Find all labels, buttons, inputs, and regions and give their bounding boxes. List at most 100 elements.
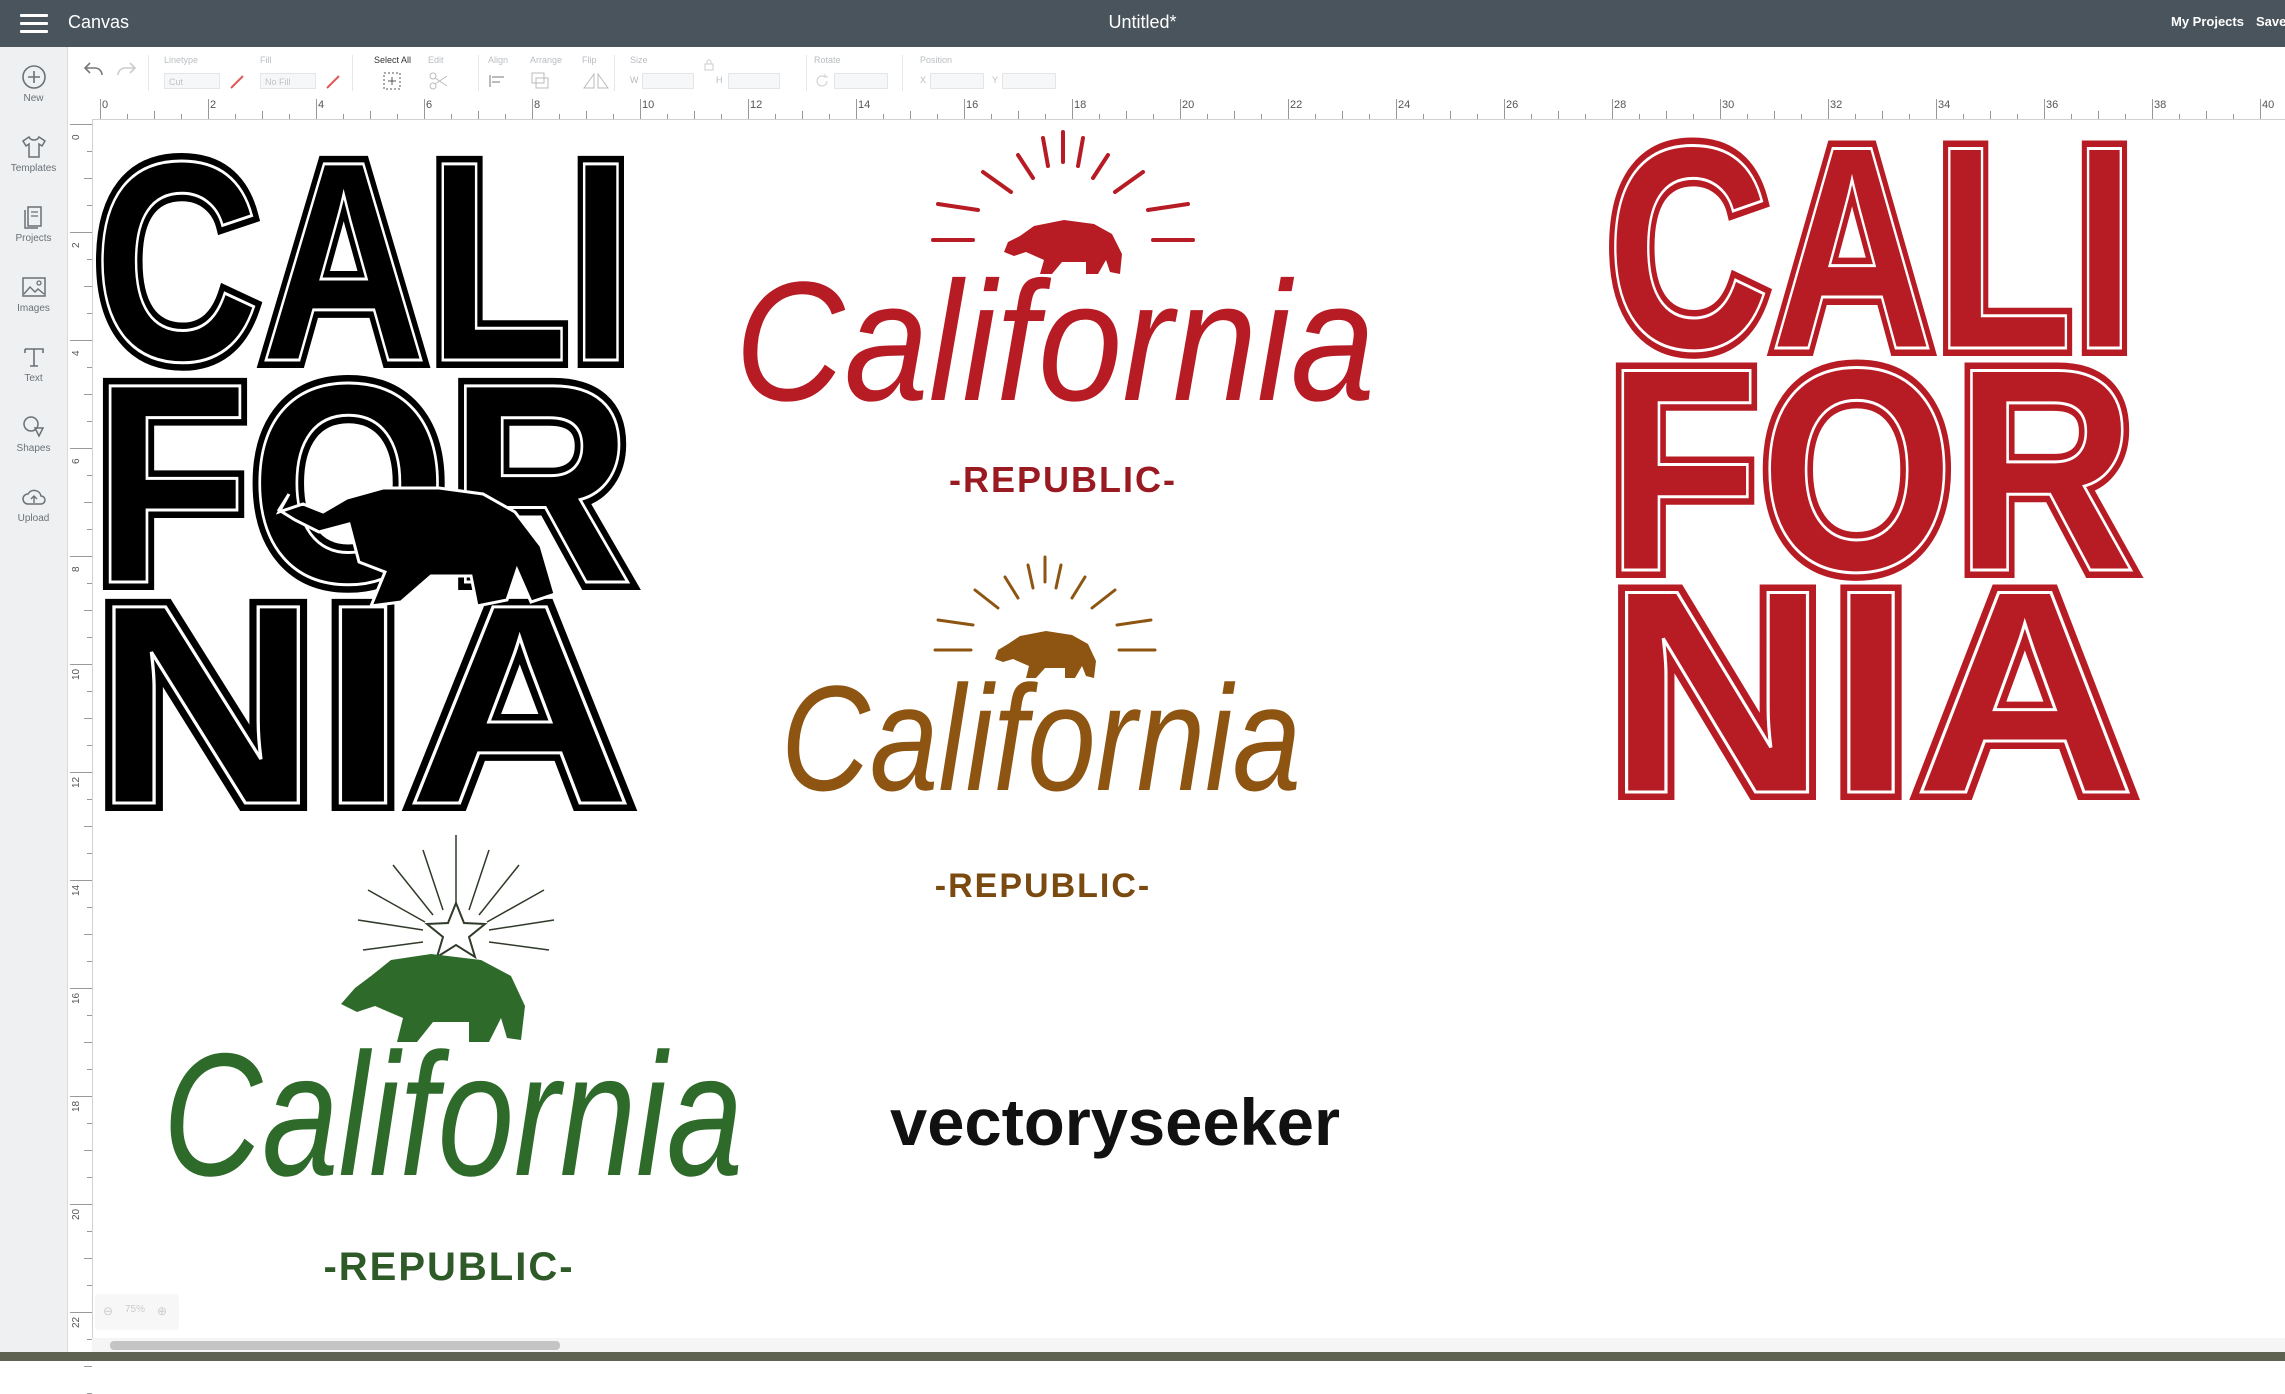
save-button[interactable]: Save xyxy=(2256,14,2285,29)
edit-label: Edit xyxy=(428,55,444,65)
ruler-tick xyxy=(2071,114,2072,119)
sidebar-item-projects[interactable]: Projects xyxy=(0,199,67,263)
linetype-select[interactable]: Cut xyxy=(164,73,220,89)
sidebar-item-upload[interactable]: Upload xyxy=(0,479,67,543)
zoom-out-icon[interactable]: ⊖ xyxy=(103,1304,113,1318)
ruler-top-label: 6 xyxy=(426,99,433,111)
my-projects-link[interactable]: My Projects xyxy=(2171,14,2244,29)
ruler-tick xyxy=(532,99,533,119)
ruler-top-label: 28 xyxy=(1614,99,1627,111)
red-california-block-design[interactable]: CALI CALI FOR FOR NIA NIA xyxy=(1598,78,2144,862)
select-all-group[interactable]: Select All xyxy=(374,53,422,93)
undo-icon[interactable] xyxy=(82,59,106,79)
black-california-block-design[interactable]: CALI CALI FOR FOR NIA NIA xyxy=(85,95,641,872)
ruler-tick xyxy=(1585,114,1586,119)
ruler-tick xyxy=(87,1069,92,1070)
menu-icon[interactable] xyxy=(20,14,48,34)
linetype-group: Linetype Cut xyxy=(164,53,226,93)
ruler-tick xyxy=(640,99,641,119)
edit-group[interactable]: Edit xyxy=(428,53,468,93)
select-all-icon[interactable] xyxy=(382,71,402,91)
sidebar-item-templates[interactable]: Templates xyxy=(0,129,67,193)
sidebar-item-shapes[interactable]: Shapes xyxy=(0,409,67,473)
ruler-tick xyxy=(775,114,776,119)
horizontal-scrollbar[interactable] xyxy=(92,1338,2285,1352)
zoom-in-icon[interactable]: ⊕ xyxy=(157,1304,167,1318)
position-group: Position X Y xyxy=(920,53,1070,93)
sidebar-item-new[interactable]: New xyxy=(0,59,67,123)
ruler-top-label: 4 xyxy=(318,99,325,111)
ruler-top-label: 2 xyxy=(210,99,217,111)
ruler-tick xyxy=(451,114,452,119)
scrollbar-thumb[interactable] xyxy=(110,1341,560,1350)
lock-icon[interactable] xyxy=(704,59,714,71)
flip-group[interactable]: Flip xyxy=(582,53,622,93)
align-group[interactable]: Align xyxy=(488,53,524,93)
ruler-top-label: 8 xyxy=(534,99,541,111)
ruler-tick xyxy=(208,99,209,119)
toolbar-divider xyxy=(148,55,149,91)
ruler-tick xyxy=(1180,99,1181,119)
ruler-tick xyxy=(1720,99,1721,119)
red-california-republic-design[interactable]: California -REPUBLIC- xyxy=(735,130,1375,500)
ruler-tick xyxy=(991,114,992,119)
fill-label: Fill xyxy=(260,55,272,65)
toolbar-divider xyxy=(806,55,807,91)
ruler-tick xyxy=(84,1042,92,1043)
ruler-tick xyxy=(1450,111,1451,119)
ruler-tick xyxy=(1288,99,1289,119)
toolbar-divider xyxy=(902,55,903,91)
sidebar-item-text[interactable]: Text xyxy=(0,339,67,403)
ruler-top-label: 32 xyxy=(1830,99,1843,111)
ruler-tick xyxy=(70,124,92,125)
width-input[interactable] xyxy=(642,73,694,89)
top-bar: Canvas Untitled* My Projects Save xyxy=(0,0,2285,47)
ruler-tick xyxy=(2098,111,2099,119)
linetype-color-icon[interactable] xyxy=(228,73,246,91)
ruler-tick xyxy=(70,772,92,773)
arrange-group[interactable]: Arrange xyxy=(530,53,574,93)
ruler-tick xyxy=(559,114,560,119)
vectoryseeker-watermark[interactable]: vectoryseeker xyxy=(890,1085,1340,1159)
ruler-tick xyxy=(70,1204,92,1205)
ruler-tick xyxy=(1963,114,1964,119)
green-script-word: California xyxy=(163,1018,743,1213)
ruler-tick xyxy=(1099,114,1100,119)
y-input[interactable] xyxy=(1002,73,1056,89)
green-california-republic-design[interactable]: California -REPUBLIC- xyxy=(163,835,743,1289)
toolbar-divider xyxy=(614,55,615,91)
height-input[interactable] xyxy=(728,73,780,89)
sidebar-label: Upload xyxy=(17,513,50,524)
x-input[interactable] xyxy=(930,73,984,89)
scissors-icon[interactable] xyxy=(428,71,454,91)
arrange-icon[interactable] xyxy=(530,71,556,91)
fill-select[interactable]: No Fill xyxy=(260,73,316,89)
ruler-tick xyxy=(87,1177,92,1178)
brown-california-republic-design[interactable]: California -REPUBLIC- xyxy=(781,555,1301,905)
ruler-tick xyxy=(883,114,884,119)
ruler-tick xyxy=(694,111,695,119)
rotate-input[interactable] xyxy=(834,73,888,89)
ruler-left: 0 2 4 6 8 10 12 14 16 18 20 22 xyxy=(68,119,93,1394)
fill-color-icon[interactable] xyxy=(324,73,342,91)
red-block-line3-inline: NIA xyxy=(1606,530,2136,854)
redo-icon[interactable] xyxy=(114,59,138,79)
sidebar-item-images[interactable]: Images xyxy=(0,269,67,333)
ruler-top-label: 38 xyxy=(2154,99,2167,111)
size-label: Size xyxy=(630,55,648,65)
green-script-republic: -REPUBLIC- xyxy=(323,1245,574,1289)
ruler-tick xyxy=(84,1366,92,1367)
ruler-tick xyxy=(87,907,92,908)
ruler-tick xyxy=(84,826,92,827)
ruler-tick xyxy=(70,232,92,233)
ruler-tick xyxy=(87,1231,92,1232)
design-canvas[interactable]: CALI CALI FOR FOR NIA NIA California -RE… xyxy=(85,78,2285,1340)
ruler-tick xyxy=(154,111,155,119)
ruler-tick xyxy=(181,114,182,119)
flip-label: Flip xyxy=(582,55,597,65)
ruler-tick xyxy=(70,556,92,557)
upload-cloud-icon xyxy=(21,489,46,505)
flip-icon[interactable] xyxy=(582,71,610,91)
ruler-tick xyxy=(70,880,92,881)
align-icon[interactable] xyxy=(488,73,514,89)
